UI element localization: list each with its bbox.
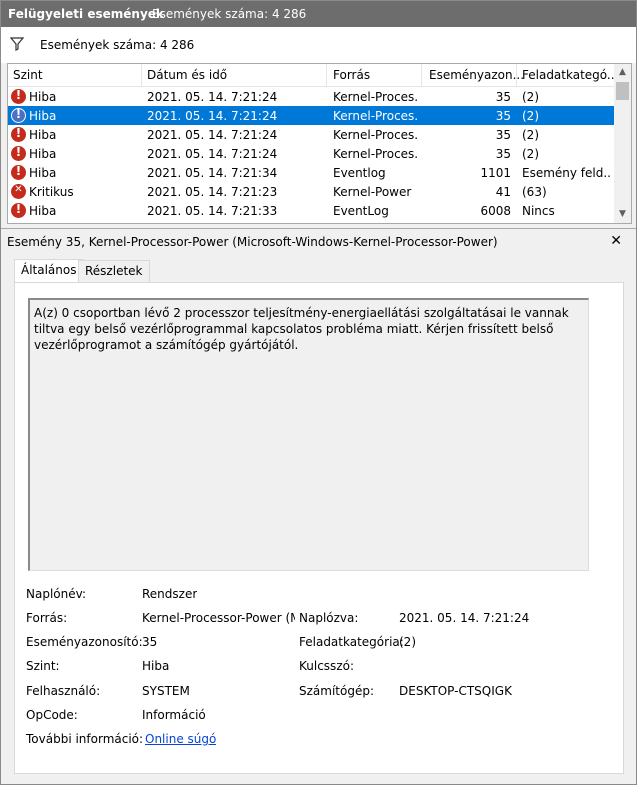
row-date: 2021. 05. 14. 7:21:34	[147, 166, 278, 180]
logged-label: Naplózva:	[299, 611, 359, 625]
row-level: Hiba	[29, 109, 57, 123]
filter-icon[interactable]	[10, 37, 24, 51]
row-source: Kernel-Proces...	[333, 128, 418, 142]
row-level: Hiba	[29, 128, 57, 142]
row-source: Kernel-Proces...	[333, 90, 418, 104]
table-row[interactable]: Hiba 2021. 05. 14. 7:21:24 Kernel-Proces…	[8, 87, 614, 106]
user-label: Felhasználó:	[26, 684, 101, 698]
row-event-id: 35	[495, 109, 511, 123]
source-value: Kernel-Processor-Power (Mi	[142, 611, 295, 625]
column-divider[interactable]	[326, 64, 327, 86]
row-event-id: 35	[495, 128, 511, 142]
row-level: Hiba	[29, 166, 57, 180]
row-level: Hiba	[29, 147, 57, 161]
error-icon	[11, 202, 26, 218]
table-header: Szint Dátum és idő Forrás Eseményazon...…	[8, 64, 618, 87]
column-divider[interactable]	[141, 64, 142, 86]
task-category-label: Feladatkategória:	[299, 635, 404, 649]
tab-general[interactable]: Általános	[14, 259, 84, 283]
row-task: (2)	[522, 128, 539, 142]
level-label: Szint:	[26, 659, 60, 673]
close-icon[interactable]: ✕	[610, 233, 622, 249]
scroll-up-icon[interactable]: ▲	[614, 64, 631, 81]
row-event-id: 35	[495, 147, 511, 161]
table-row[interactable]: Hiba 2021. 05. 14. 7:21:33 EventLog 6008…	[8, 201, 614, 220]
table-scrollbar[interactable]: ▲ ▼	[614, 64, 631, 223]
events-table[interactable]: Szint Dátum és idő Forrás Eseményazon...…	[7, 63, 632, 224]
row-task: Nincs	[522, 204, 555, 218]
user-value: SYSTEM	[142, 684, 190, 698]
row-level: Hiba	[29, 204, 57, 218]
row-source: EventLog	[333, 204, 389, 218]
column-divider[interactable]	[516, 64, 517, 86]
event-detail-header: Esemény 35, Kernel-Processor-Power (Micr…	[1, 228, 636, 254]
error-icon	[11, 107, 26, 123]
event-id-label: Eseményazonosító:	[26, 635, 143, 649]
row-date: 2021. 05. 14. 7:21:24	[147, 147, 278, 161]
row-date: 2021. 05. 14. 7:21:24	[147, 128, 278, 142]
row-source: Eventlog	[333, 166, 386, 180]
task-category-value: (2)	[399, 635, 416, 649]
opcode-label: OpCode:	[26, 708, 78, 722]
scroll-thumb[interactable]	[616, 82, 629, 100]
column-header-level[interactable]: Szint	[13, 68, 43, 82]
view-title: Felügyeleti események	[8, 7, 164, 21]
more-info-label: További információ:	[26, 732, 144, 746]
log-name-label: Naplónév:	[26, 587, 87, 601]
row-level: Hiba	[29, 90, 57, 104]
table-row[interactable]: Hiba 2021. 05. 14. 7:21:24 Kernel-Proces…	[8, 144, 614, 163]
row-level: Kritikus	[29, 185, 74, 199]
row-date: 2021. 05. 14. 7:21:23	[147, 185, 278, 199]
online-help-link[interactable]: Online súgó	[145, 732, 216, 746]
error-icon	[11, 164, 26, 180]
log-name-value: Rendszer	[142, 587, 198, 601]
event-detail-title: Esemény 35, Kernel-Processor-Power (Micr…	[7, 235, 498, 249]
row-task: (63)	[522, 185, 547, 199]
row-date: 2021. 05. 14. 7:21:24	[147, 109, 278, 123]
level-value: Hiba	[142, 659, 170, 673]
keywords-label: Kulcsszó:	[299, 659, 354, 673]
title-bar: Felügyeleti események Események száma: 4…	[1, 1, 636, 27]
error-icon	[11, 88, 26, 104]
computer-value: DESKTOP-CTSQIGK	[399, 684, 512, 698]
row-source: Kernel-Power	[333, 185, 412, 199]
row-event-id: 6008	[480, 204, 511, 218]
row-source: Kernel-Proces...	[333, 109, 418, 123]
filter-bar: Események száma: 4 286	[1, 27, 636, 63]
computer-label: Számítógép:	[299, 684, 374, 698]
table-row[interactable]: Hiba 2021. 05. 14. 7:21:34 Eventlog 1101…	[8, 163, 614, 182]
row-task: Esemény feld...	[522, 166, 612, 180]
row-task: (2)	[522, 147, 539, 161]
column-header-source[interactable]: Forrás	[333, 68, 370, 82]
row-source: Kernel-Proces...	[333, 147, 418, 161]
row-event-id: 35	[495, 90, 511, 104]
tab-details[interactable]: Részletek	[78, 260, 150, 282]
logged-value: 2021. 05. 14. 7:21:24	[399, 611, 530, 625]
row-date: 2021. 05. 14. 7:21:24	[147, 90, 278, 104]
column-header-event-id[interactable]: Eseményazon...	[429, 68, 524, 82]
opcode-value: Információ	[142, 708, 206, 722]
event-description: A(z) 0 csoportban lévő 2 processzor telj…	[34, 306, 569, 352]
error-icon	[11, 126, 26, 142]
critical-icon	[11, 184, 26, 199]
event-description-box[interactable]: A(z) 0 csoportban lévő 2 processzor telj…	[28, 298, 589, 571]
event-count: Események száma: 4 286	[152, 7, 307, 21]
column-divider[interactable]	[421, 64, 422, 86]
row-task: (2)	[522, 90, 539, 104]
filter-count: Események száma: 4 286	[40, 38, 195, 52]
error-icon	[11, 145, 26, 161]
row-date: 2021. 05. 14. 7:21:33	[147, 204, 278, 218]
scroll-down-icon[interactable]: ▼	[614, 206, 631, 223]
source-label: Forrás:	[26, 611, 68, 625]
column-header-date[interactable]: Dátum és idő	[147, 68, 227, 82]
table-row-selected[interactable]: Hiba 2021. 05. 14. 7:21:24 Kernel-Proces…	[8, 106, 614, 125]
row-event-id: 1101	[480, 166, 511, 180]
row-event-id: 41	[495, 185, 511, 199]
row-task: (2)	[522, 109, 539, 123]
column-header-task-category[interactable]: Feladatkategó...	[522, 68, 618, 82]
table-row[interactable]: Kritikus 2021. 05. 14. 7:21:23 Kernel-Po…	[8, 182, 614, 201]
table-row[interactable]: Hiba 2021. 05. 14. 7:21:24 Kernel-Proces…	[8, 125, 614, 144]
event-id-value: 35	[142, 635, 158, 649]
